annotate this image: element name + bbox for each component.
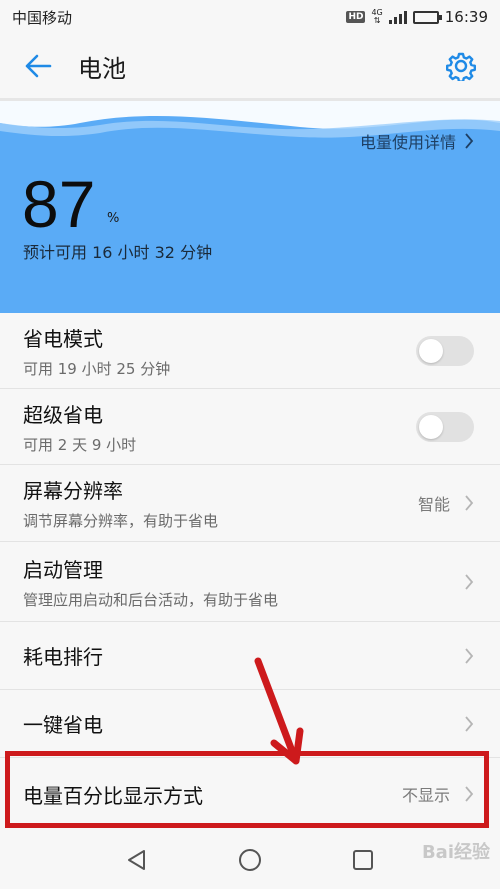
- row-sublabel: 可用 2 天 9 小时: [23, 435, 137, 454]
- row-label: 屏幕分辨率: [23, 479, 123, 503]
- chevron-right-icon: [465, 647, 474, 664]
- usage-details-link[interactable]: 电量使用详情: [360, 129, 474, 153]
- row-sublabel: 调节屏幕分辨率，有助于省电: [23, 512, 219, 530]
- back-button[interactable]: [0, 34, 76, 98]
- row-sublabel: 管理应用启动和后台活动，有助于省电: [23, 590, 279, 609]
- signal-icon: [388, 10, 407, 24]
- battery-summary: 电量使用详情 87 % 预计可用 16 小时 32 分钟: [0, 101, 500, 313]
- remaining-time: 预计可用 16 小时 32 分钟: [23, 243, 213, 262]
- network-icon: 4G ⇅: [371, 8, 383, 25]
- annotation-highlight-box: [5, 751, 489, 828]
- chevron-right-icon: [465, 133, 474, 149]
- home-circle-icon: [238, 848, 261, 871]
- usage-details-label: 电量使用详情: [359, 133, 456, 152]
- back-arrow-icon: [25, 54, 52, 78]
- status-bar: 中国移动 HD 4G ⇅ 16:39: [0, 0, 500, 34]
- chevron-right-icon: [465, 573, 474, 590]
- row-label: 省电模式: [23, 326, 103, 351]
- recents-square-icon: [353, 849, 374, 870]
- power-saving-toggle[interactable]: [416, 335, 474, 366]
- page-title: 电池: [78, 54, 126, 83]
- nav-recents-button[interactable]: [348, 845, 378, 875]
- battery-percent-unit: %: [107, 211, 120, 226]
- row-value: 智能: [417, 495, 450, 514]
- power-saving-mode-row[interactable]: 省电模式 可用 19 小时 25 分钟: [0, 313, 500, 389]
- ultra-power-saving-row[interactable]: 超级省电 可用 2 天 9 小时: [0, 389, 500, 465]
- nav-home-button[interactable]: [235, 845, 265, 875]
- chevron-right-icon: [465, 495, 474, 511]
- battery-percent: 87: [22, 167, 96, 241]
- battery-icon: [412, 10, 442, 24]
- back-triangle-icon: [127, 849, 145, 870]
- clock: 16:39: [444, 8, 488, 26]
- annotation-arrow: [254, 657, 304, 765]
- settings-button[interactable]: [422, 34, 500, 98]
- nav-back-button[interactable]: [122, 845, 152, 875]
- hd-badge: HD: [346, 11, 366, 23]
- carrier-name: 中国移动: [12, 8, 73, 27]
- app-bar: 电池: [0, 34, 500, 98]
- chevron-right-icon: [465, 715, 474, 732]
- startup-manager-row[interactable]: 启动管理 管理应用启动和后台活动，有助于省电: [0, 542, 500, 622]
- watermark-logo: Bai经验: [421, 842, 490, 863]
- screen-resolution-row[interactable]: 屏幕分辨率 调节屏幕分辨率，有助于省电 智能: [0, 465, 500, 542]
- gear-icon: [446, 52, 476, 81]
- ultra-power-saving-toggle[interactable]: [416, 411, 474, 442]
- row-label: 超级省电: [23, 402, 103, 427]
- row-sublabel: 可用 19 小时 25 分钟: [23, 359, 171, 378]
- row-label: 启动管理: [23, 557, 103, 582]
